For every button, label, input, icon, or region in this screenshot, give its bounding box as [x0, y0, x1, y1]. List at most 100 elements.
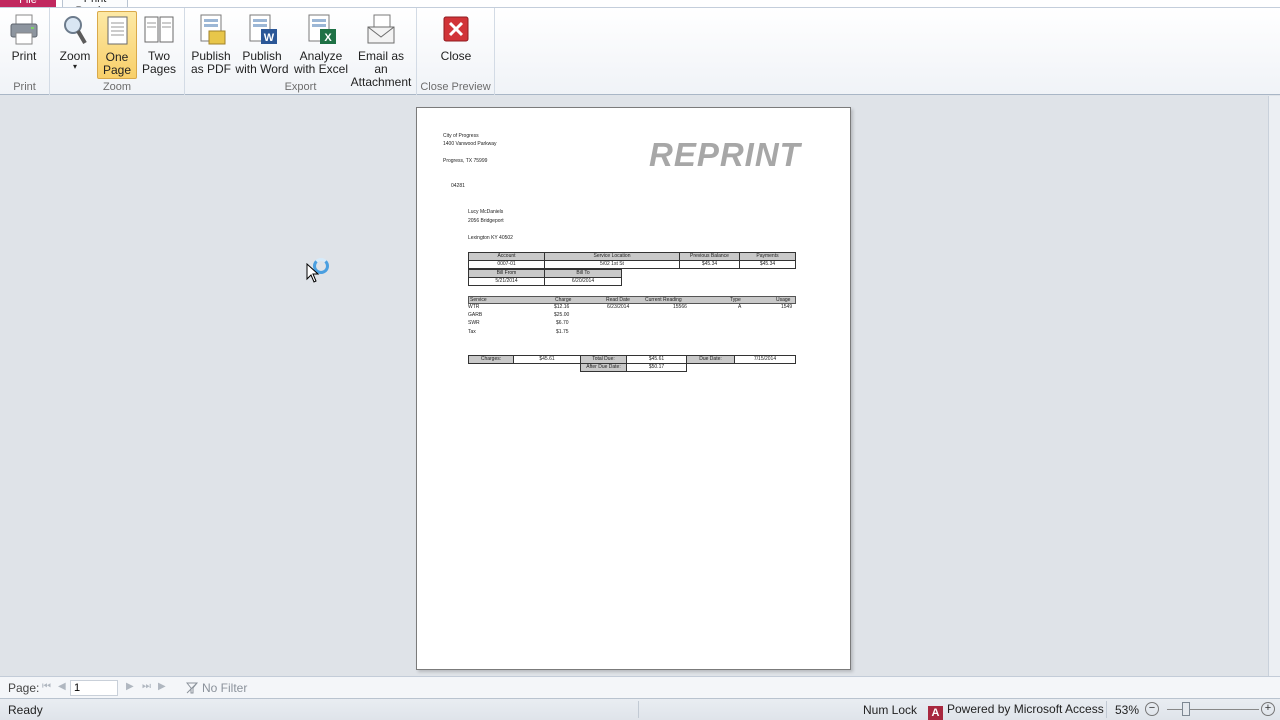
service-col-header: Service	[470, 297, 487, 303]
due-date-label: Due Date:	[686, 355, 735, 364]
status-bar: Ready Num Lock A Powered by Microsoft Acc…	[0, 698, 1280, 720]
usage-cell: 1549	[781, 304, 793, 310]
group-print: Print Print	[0, 8, 50, 95]
charge-cell: $1.75	[556, 329, 569, 335]
pdf-icon	[194, 13, 228, 47]
publish-word-label-2: with Word	[235, 62, 289, 76]
status-separator	[638, 701, 639, 718]
charges-value: $45.61	[513, 355, 581, 364]
ribbon: Print Print Zoom ▾ One Page Two Pages Zo…	[0, 7, 1280, 95]
type-cell: A	[738, 304, 742, 310]
service-location-value: 5/02 1st St	[544, 260, 680, 269]
last-page-icon[interactable]: ⏭	[142, 681, 151, 692]
account-value: 0007-01	[468, 260, 545, 269]
powered-by-label: Powered by Microsoft Access	[947, 702, 1104, 716]
group-export: Publish as PDF W Publish with Word X Ana…	[185, 8, 417, 95]
bill-from-value: 5/21/2014	[468, 277, 545, 286]
zoom-slider-track[interactable]	[1167, 709, 1259, 710]
sender-line-1: City of Progress	[443, 133, 479, 139]
group-label-close-preview: Close Preview	[420, 81, 491, 93]
analyze-excel-label-2: with Excel	[293, 62, 349, 76]
vertical-scrollbar[interactable]	[1268, 96, 1280, 676]
previous-page-icon[interactable]: ◀	[58, 681, 66, 692]
access-logo-icon: A	[928, 706, 943, 720]
one-page-button[interactable]: One Page	[97, 11, 137, 79]
recipient-line-2: 2056 Bridgeport	[468, 218, 504, 224]
previous-balance-value: $45.34	[679, 260, 740, 269]
one-page-icon	[100, 14, 134, 48]
service-cell: WTR	[468, 304, 480, 310]
record-navigation-bar: Page: ⏮ ◀ ▶ ⏭ ▶ No Filter	[0, 676, 1280, 698]
group-close-preview: Close Close Preview	[417, 8, 495, 95]
first-page-icon[interactable]: ⏮	[42, 681, 51, 692]
payments-value: $45.34	[739, 260, 796, 269]
sender-line-2: 1400 Vanwood Parkway	[443, 141, 497, 147]
service-cell: GARB	[468, 312, 483, 318]
sender-line-3: Progress, TX 75999	[443, 158, 488, 164]
due-date-value: 7/15/2014	[734, 355, 796, 364]
after-due-date-value: $50.17	[626, 363, 687, 372]
magnifier-icon	[58, 13, 92, 47]
email-attachment-label-1: Email as an	[357, 49, 404, 76]
no-filter-label: No Filter	[202, 681, 248, 695]
usage-col-header: Usage	[776, 297, 791, 303]
page-number-input[interactable]	[70, 680, 118, 696]
printer-icon	[7, 13, 41, 47]
mouse-cursor-icon	[306, 263, 320, 283]
close-preview-button[interactable]: Close	[435, 11, 477, 79]
no-filter-button[interactable]: No Filter	[186, 681, 247, 695]
two-pages-button[interactable]: Two Pages	[139, 11, 179, 79]
service-table-header: Service Charge Read Date Current Reading…	[468, 296, 796, 304]
charge-cell: $12.16	[554, 304, 570, 310]
zoom-button[interactable]: Zoom ▾	[56, 11, 94, 79]
word-icon: W	[245, 13, 279, 47]
charge-col-header: Charge	[555, 297, 572, 303]
zoom-slider-thumb[interactable]	[1182, 702, 1190, 716]
next-page-icon[interactable]: ▶	[126, 681, 134, 692]
print-button[interactable]: Print	[3, 11, 45, 79]
after-due-date-label: After Due Date:	[580, 363, 627, 372]
charge-cell: $25.00	[554, 312, 570, 318]
two-pages-label-2: Pages	[141, 62, 177, 76]
current-reading-col-header: Current Reading	[645, 297, 682, 303]
reprint-watermark: REPRINT	[649, 136, 801, 173]
publish-word-button[interactable]: W Publish with Word	[235, 11, 289, 79]
zoom-level[interactable]: 53%	[1115, 703, 1139, 717]
print-label: Print	[11, 49, 37, 63]
group-label-print: Print	[13, 81, 36, 93]
email-attachment-button[interactable]: Email as an Attachment	[350, 11, 412, 89]
recipient-line-3: Lexington KY 40502	[468, 235, 513, 241]
read-date-col-header: Read Date	[606, 297, 630, 303]
svg-text:X: X	[324, 32, 332, 44]
bill-code: 04281	[451, 183, 465, 189]
charges-label: Charges:	[468, 355, 514, 364]
status-ready: Ready	[8, 703, 43, 717]
zoom-out-button[interactable]: −	[1145, 702, 1159, 716]
recipient-line-1: Lucy McDaniels	[468, 209, 504, 215]
service-cell: Tax	[468, 329, 476, 335]
num-lock-indicator: Num Lock	[863, 703, 918, 717]
bill-to-value: 6/20/2014	[544, 277, 622, 286]
two-pages-icon	[142, 13, 176, 47]
close-label: Close	[440, 49, 472, 63]
filter-icon	[186, 682, 198, 694]
report-page: City of Progress 1400 Vanwood Parkway Pr…	[416, 107, 851, 670]
type-col-header: Type	[730, 297, 741, 303]
page-label: Page:	[8, 681, 40, 695]
read-date-cell: 6/23/2014	[607, 304, 630, 310]
close-icon	[439, 13, 473, 47]
group-label-zoom: Zoom	[102, 81, 132, 93]
analyze-excel-button[interactable]: X Analyze with Excel	[293, 11, 349, 79]
chevron-down-icon: ▾	[72, 62, 77, 71]
status-separator	[1106, 701, 1107, 718]
powered-by-access: A Powered by Microsoft Access	[928, 702, 1104, 720]
one-page-label-2: Page	[102, 63, 132, 77]
publish-pdf-button[interactable]: Publish as PDF	[189, 11, 233, 79]
zoom-in-button[interactable]: +	[1261, 702, 1275, 716]
excel-icon: X	[304, 13, 338, 47]
current-reading-cell: 15566	[673, 304, 687, 310]
svg-text:W: W	[264, 32, 275, 44]
envelope-icon	[364, 13, 398, 47]
group-label-export: Export	[284, 81, 317, 93]
new-page-icon[interactable]: ▶	[158, 681, 166, 692]
